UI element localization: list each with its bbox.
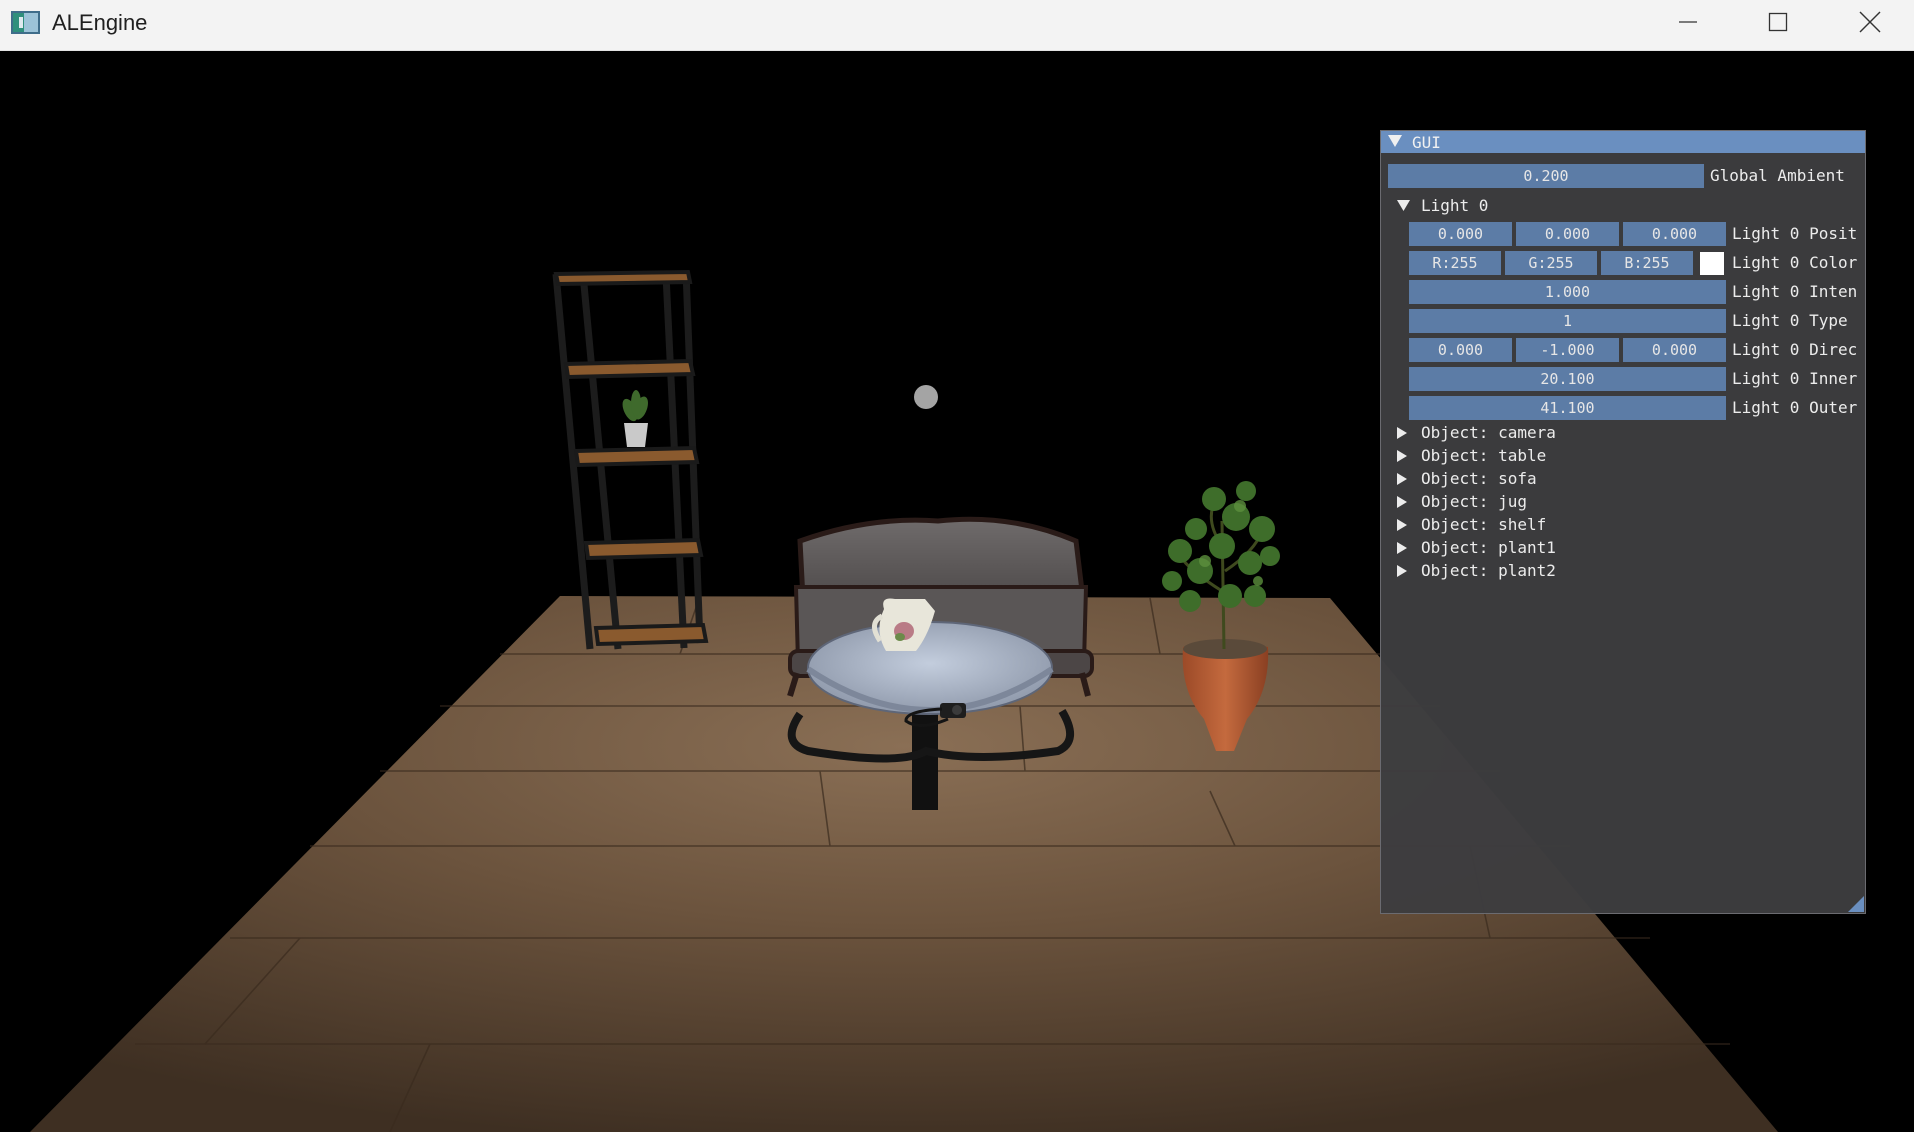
light0-position-x[interactable]: 0.000 (1409, 222, 1512, 246)
render-viewport[interactable]: GUI 0.200 Global Ambient Light 0 0.000 0… (0, 51, 1914, 1132)
object-node-jug[interactable]: Object: jug (1397, 491, 1697, 513)
gui-titlebar[interactable]: GUI (1381, 131, 1865, 153)
object-node-shelf[interactable]: Object: shelf (1397, 514, 1697, 536)
object-node-label: Object: sofa (1421, 469, 1537, 488)
light0-inner-row: 20.100 Light 0 Inner (1409, 367, 1866, 391)
collapsed-arrow-icon (1397, 542, 1407, 554)
object-node-plant2[interactable]: Object: plant2 (1397, 560, 1697, 582)
light0-tree-node[interactable]: Light 0 (1397, 195, 1597, 217)
light0-position-label: Light 0 Posit (1732, 224, 1858, 243)
object-node-label: Object: plant2 (1421, 561, 1556, 580)
light0-outer-label: Light 0 Outer (1732, 398, 1858, 417)
maximize-icon (1768, 12, 1788, 32)
minimize-button[interactable] (1642, 0, 1734, 44)
minimize-icon (1679, 21, 1697, 23)
gui-panel[interactable]: GUI 0.200 Global Ambient Light 0 0.000 0… (1380, 130, 1866, 914)
collapsed-arrow-icon (1397, 565, 1407, 577)
light0-direction-y[interactable]: -1.000 (1516, 338, 1619, 362)
resize-grip-icon[interactable] (1848, 896, 1864, 912)
light0-intensity-row: 1.000 Light 0 Inten (1409, 280, 1866, 304)
collapsed-arrow-icon (1397, 473, 1407, 485)
window-title: ALEngine (52, 10, 148, 35)
light0-color-row: R:255 G:255 B:255 Light 0 Color (1409, 251, 1866, 275)
light0-type-slider[interactable]: 1 (1409, 309, 1726, 333)
object-node-label: Object: plant1 (1421, 538, 1556, 557)
app-window: ALEngine GUI 0.200 Global Ambient Light … (0, 0, 1914, 1132)
object-node-camera[interactable]: Object: camera (1397, 422, 1697, 444)
light0-position-y[interactable]: 0.000 (1516, 222, 1619, 246)
global-ambient-slider[interactable]: 0.200 (1388, 164, 1704, 188)
light0-type-row: 1 Light 0 Type (1409, 309, 1866, 333)
light0-inner-slider[interactable]: 20.100 (1409, 367, 1726, 391)
light-gizmo (914, 385, 938, 409)
light0-color-r[interactable]: R:255 (1409, 251, 1501, 275)
light0-outer-slider[interactable]: 41.100 (1409, 396, 1726, 420)
light0-type-label: Light 0 Type (1732, 311, 1848, 330)
object-node-sofa[interactable]: Object: sofa (1397, 468, 1697, 490)
light0-color-b[interactable]: B:255 (1601, 251, 1693, 275)
collapsed-arrow-icon (1397, 450, 1407, 462)
collapsed-arrow-icon (1397, 427, 1407, 439)
light0-intensity-label: Light 0 Inten (1732, 282, 1858, 301)
maximize-button[interactable] (1732, 0, 1824, 44)
light0-inner-label: Light 0 Inner (1732, 369, 1858, 388)
close-button[interactable] (1824, 0, 1914, 44)
light0-direction-x[interactable]: 0.000 (1409, 338, 1512, 362)
gui-title: GUI (1412, 133, 1441, 152)
app-window-icon (11, 11, 40, 34)
object-node-label: Object: camera (1421, 423, 1556, 442)
light0-direction-z[interactable]: 0.000 (1623, 338, 1726, 362)
light0-header-label: Light 0 (1421, 196, 1489, 215)
object-node-label: Object: shelf (1421, 515, 1547, 534)
collapsed-arrow-icon (1397, 496, 1407, 508)
light0-position-row: 0.000 0.000 0.000 Light 0 Posit (1409, 222, 1866, 246)
collapsed-arrow-icon (1397, 519, 1407, 531)
light0-direction-row: 0.000 -1.000 0.000 Light 0 Direc (1409, 338, 1866, 362)
object-node-label: Object: table (1421, 446, 1547, 465)
title-bar[interactable]: ALEngine (0, 0, 1914, 51)
object-node-table[interactable]: Object: table (1397, 445, 1697, 467)
close-icon (1859, 11, 1881, 33)
shelf-model (552, 269, 709, 650)
object-node-plant1[interactable]: Object: plant1 (1397, 537, 1697, 559)
global-ambient-row: 0.200 Global Ambient (1388, 164, 1866, 188)
expand-arrow-icon (1397, 200, 1410, 211)
light0-color-label: Light 0 Color (1732, 253, 1858, 272)
collapse-triangle-icon[interactable] (1388, 135, 1402, 148)
light0-position-z[interactable]: 0.000 (1623, 222, 1726, 246)
object-node-label: Object: jug (1421, 492, 1527, 511)
light0-color-g[interactable]: G:255 (1505, 251, 1597, 275)
light0-outer-row: 41.100 Light 0 Outer (1409, 396, 1866, 420)
global-ambient-label: Global Ambient (1710, 166, 1845, 185)
light0-color-swatch[interactable] (1700, 252, 1724, 275)
light0-intensity-slider[interactable]: 1.000 (1409, 280, 1726, 304)
light0-direction-label: Light 0 Direc (1732, 340, 1858, 359)
